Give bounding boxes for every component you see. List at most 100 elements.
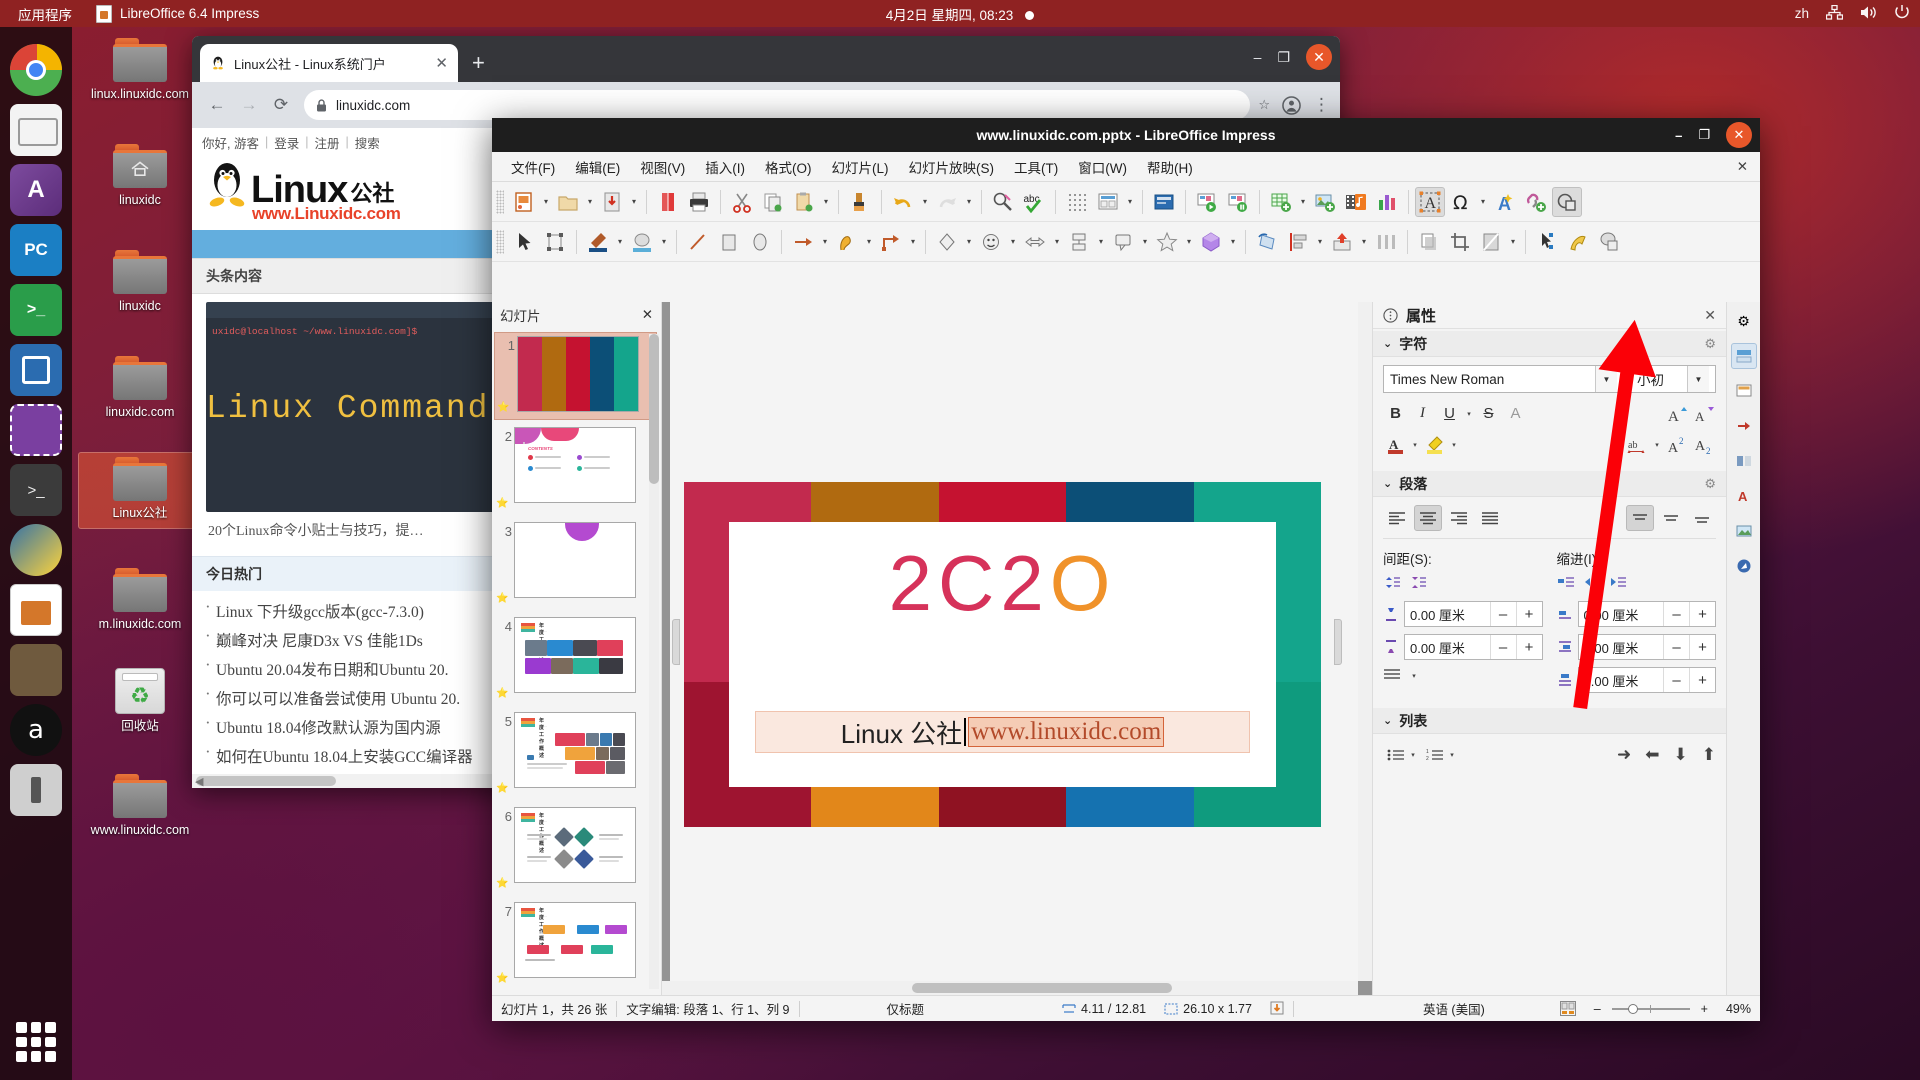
slide-editing-area[interactable]: 2C2O Linux 公社 www.linuxidc.com: [662, 302, 1372, 995]
filter-dropdown-icon[interactable]: ▾: [1507, 227, 1519, 257]
back-button[interactable]: ←: [202, 90, 232, 120]
undo-dropdown-icon[interactable]: ▾: [919, 187, 931, 217]
align-center-button[interactable]: [1414, 505, 1442, 531]
unordered-list-dropdown-icon[interactable]: ▾: [1408, 751, 1418, 759]
menu-slideshow[interactable]: 幻灯片放映(S): [900, 153, 1004, 181]
indent-after-field[interactable]: 0.00 厘米 – +: [1578, 634, 1717, 660]
lines-and-arrows-icon[interactable]: [788, 227, 818, 257]
zoom-in-button[interactable]: +: [1695, 1002, 1708, 1016]
slide-thumbnail-list[interactable]: 1 2C2O ⭐ 2: [492, 328, 661, 995]
hanging-indent-icon[interactable]: [1557, 575, 1575, 594]
font-name-combobox[interactable]: Times New Roman ▼: [1383, 365, 1624, 393]
launcher-item-chrome[interactable]: [10, 44, 62, 96]
indent-after-row[interactable]: 0.00 厘米 – +: [1557, 634, 1717, 660]
display-grid-icon[interactable]: [1062, 187, 1092, 217]
impress-sidebar[interactable]: 属性 ✕ ⌄ 字符 ⚙ Times New Roman ▼: [1372, 302, 1760, 995]
insert-table-icon[interactable]: [1266, 187, 1296, 217]
search-link[interactable]: 搜索: [355, 133, 380, 152]
connectors-icon[interactable]: [876, 227, 906, 257]
highlight-color-button[interactable]: [1422, 432, 1447, 457]
fill-color-dropdown-icon[interactable]: ▾: [658, 227, 670, 257]
minimize-button[interactable]: –: [1254, 49, 1262, 65]
show-draw-functions-icon[interactable]: [1552, 187, 1582, 217]
fill-color-icon[interactable]: [627, 227, 657, 257]
launcher-item-usb[interactable]: [10, 764, 62, 816]
profile-avatar-icon[interactable]: [1282, 96, 1301, 115]
points-icon[interactable]: [1532, 227, 1562, 257]
menu-window[interactable]: 窗口(W): [1069, 153, 1136, 181]
new-document-icon[interactable]: [509, 187, 539, 217]
sidebar-navigator-tab[interactable]: [1731, 553, 1757, 579]
copy-icon[interactable]: [758, 187, 788, 217]
volume-icon[interactable]: [1860, 5, 1877, 23]
indent-before-field[interactable]: 0.00 厘米 – +: [1578, 601, 1717, 627]
insert-hyperlink-icon[interactable]: [1521, 187, 1551, 217]
close-document-icon[interactable]: ✕: [1737, 159, 1748, 175]
save-dropdown-icon[interactable]: ▾: [628, 187, 640, 217]
impress-window-controls[interactable]: – ❐ ✕: [1675, 118, 1752, 152]
scrollbar-thumb[interactable]: [196, 776, 336, 786]
font-size-combobox[interactable]: 小初 ▼: [1630, 365, 1716, 393]
maximize-button[interactable]: ❐: [1698, 127, 1710, 143]
lines-dropdown-icon[interactable]: ▾: [819, 227, 831, 257]
menu-format[interactable]: 格式(O): [756, 153, 821, 181]
bookmark-star-icon[interactable]: ☆: [1258, 97, 1270, 113]
slide-thumbnail[interactable]: 6 年度工作概述........: [494, 807, 657, 895]
clock[interactable]: 4月2日 星期四, 08:23: [0, 4, 1920, 24]
launcher-item-amazon[interactable]: [10, 704, 62, 756]
sidebar-tab-bar[interactable]: ⚙ A: [1726, 302, 1760, 995]
gear-icon[interactable]: ⚙: [1704, 476, 1716, 492]
launcher-item-software[interactable]: [10, 164, 62, 216]
zoom-out-button[interactable]: –: [1594, 1002, 1607, 1016]
align-objects-icon[interactable]: [1283, 227, 1313, 257]
increment-button[interactable]: +: [1689, 635, 1715, 659]
character-panel-header[interactable]: ⌄ 字符 ⚙: [1373, 331, 1726, 357]
filter-icon[interactable]: [1476, 227, 1506, 257]
character-spacing-button[interactable]: ab: [1625, 432, 1650, 457]
start-from-first-slide-icon[interactable]: [1192, 187, 1222, 217]
menu-slide[interactable]: 幻灯片(L): [823, 153, 898, 181]
rotate-icon[interactable]: [1252, 227, 1282, 257]
ubuntu-top-panel[interactable]: 应用程序 LibreOffice 6.4 Impress 4月2日 星期四, 0…: [0, 0, 1920, 27]
indent-column[interactable]: 缩进(I):: [1557, 548, 1717, 700]
font-color-button[interactable]: A: [1383, 432, 1408, 457]
zoom-level[interactable]: 49%: [1717, 996, 1760, 1022]
superscript-button[interactable]: A2: [1664, 432, 1689, 457]
print-icon[interactable]: [684, 187, 714, 217]
slide-thumbnail[interactable]: 3 PART 01 年度工作概述: [494, 522, 657, 610]
increment-button[interactable]: +: [1516, 602, 1542, 626]
insert-audio-video-icon[interactable]: [1341, 187, 1371, 217]
desktop-icon-trash[interactable]: ♻ 回收站: [78, 664, 202, 741]
shadow-icon[interactable]: [1414, 227, 1444, 257]
textbox-selection[interactable]: www.linuxidc.com: [968, 717, 1164, 747]
underline-button[interactable]: U: [1437, 401, 1462, 426]
zoom-handle[interactable]: [1628, 1004, 1638, 1014]
3d-objects-icon[interactable]: [1196, 227, 1226, 257]
list-move-buttons[interactable]: ➜ ⬅ ⬇ ⬆: [1617, 745, 1716, 765]
login-link[interactable]: 登录: [274, 133, 299, 152]
reload-button[interactable]: ⟳: [266, 90, 296, 120]
block-arrows-dropdown-icon[interactable]: ▾: [1051, 227, 1063, 257]
spacing-above-row[interactable]: 0.00 厘米 – +: [1383, 601, 1543, 627]
launcher-item-terminal-green[interactable]: [10, 284, 62, 336]
stars-dropdown-icon[interactable]: ▾: [1183, 227, 1195, 257]
close-tab-icon[interactable]: ✕: [435, 54, 448, 72]
paste-icon[interactable]: [789, 187, 819, 217]
insert-image-icon[interactable]: [1310, 187, 1340, 217]
menu-help[interactable]: 帮助(H): [1138, 153, 1202, 181]
show-applications-grid-icon[interactable]: [16, 1022, 56, 1062]
language-status[interactable]: 英语 (美国): [1414, 996, 1494, 1022]
master-slide-icon[interactable]: [1093, 187, 1123, 217]
increment-button[interactable]: +: [1689, 668, 1715, 692]
connectors-dropdown-icon[interactable]: ▾: [907, 227, 919, 257]
toggle-extrusion-icon[interactable]: [1594, 227, 1624, 257]
paragraph-panel-body[interactable]: 间距(S): 0.00: [1373, 497, 1726, 706]
window-list-entry-impress[interactable]: LibreOffice 6.4 Impress: [86, 0, 269, 27]
desktop-icon-folder-3[interactable]: linuxidc.com: [78, 352, 202, 427]
indent-first-line-field[interactable]: 0.00 厘米 – +: [1578, 667, 1717, 693]
decrease-paragraph-spacing-icon[interactable]: [1409, 575, 1427, 594]
center-vertically-button[interactable]: [1657, 505, 1685, 531]
slide-text-box[interactable]: Linux 公社 www.linuxidc.com: [755, 711, 1250, 753]
curves-dropdown-icon[interactable]: ▾: [863, 227, 875, 257]
chevron-down-icon[interactable]: ⌄: [1383, 714, 1392, 727]
